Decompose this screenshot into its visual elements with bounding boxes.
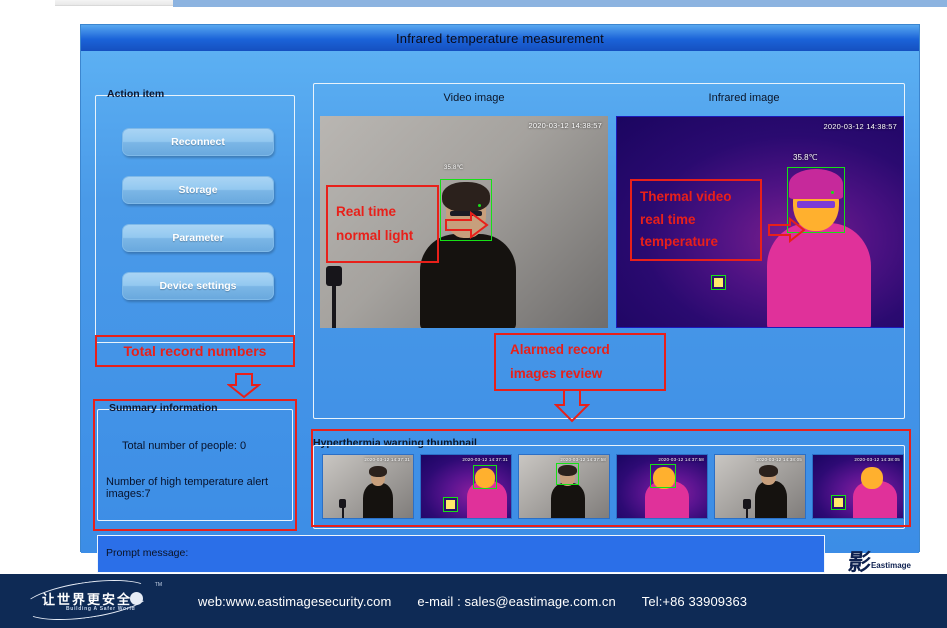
annotation-arrow-right-video <box>445 211 489 239</box>
annotation-real-time-line2: normal light <box>336 228 414 243</box>
storage-button[interactable]: Storage <box>122 176 274 204</box>
total-number-of-people-text: Total number of people: 0 <box>122 440 247 452</box>
summary-information-group-title: Summary information <box>105 402 222 417</box>
tripod-leg <box>332 286 336 328</box>
tripod-camera <box>326 266 342 286</box>
infrared-timestamp: 2020-03-12 14:38:57 <box>823 122 897 131</box>
window-body: Action item Reconnect Storage Parameter … <box>81 51 919 575</box>
footer-email: e-mail : sales@eastimage.com.cn <box>417 593 616 609</box>
annotation-thermal-line3: temperature <box>640 234 719 250</box>
infrared-image-caption: Infrared image <box>708 92 780 104</box>
summary-information-group: Summary information Total number of peop… <box>97 402 293 521</box>
annotation-thumbnails-highlight <box>311 429 911 527</box>
high-temp-alert-images-text: Number of high temperature alert images:… <box>106 476 269 500</box>
footer-telephone: Tel:+86 33909363 <box>641 593 748 609</box>
window-title: Infrared temperature measurement <box>396 30 604 46</box>
prompt-message-label: Prompt message: <box>106 547 189 559</box>
prompt-message-box[interactable]: Prompt message: <box>97 535 825 573</box>
footer-bar: 让世界更安全 Building A Safer World TM web:www… <box>0 573 947 628</box>
eastimage-logo-word: Eastimage <box>870 561 911 570</box>
annotation-thermal-line1: Thermal video <box>640 188 732 204</box>
annotation-real-time-line1: Real time <box>336 204 397 220</box>
device-settings-button[interactable]: Device settings <box>122 272 274 300</box>
company-logo: 让世界更安全 Building A Safer World TM <box>14 573 174 627</box>
footer-website: web:www.eastimagesecurity.com <box>198 593 392 609</box>
video-timestamp: 2020-03-12 14:38:57 <box>528 121 602 130</box>
eastimage-inner-logo: 影 Eastimage <box>829 529 911 576</box>
parameter-button[interactable]: Parameter <box>122 224 274 252</box>
trademark-symbol: TM <box>154 582 162 588</box>
thermal-face-detection-point <box>831 191 834 194</box>
annotation-total-record-numbers: Total record numbers <box>95 335 295 367</box>
video-image-caption: Video image <box>443 92 505 104</box>
hotspot-marker <box>711 275 726 290</box>
window-titlebar: Infrared temperature measurement <box>81 25 919 51</box>
annotation-alarmed-record-review: Alarmed record images review <box>494 333 666 391</box>
annotation-thermal-video: Thermal video real time temperature <box>630 179 762 261</box>
eastimage-logo-mark: 影 <box>846 549 871 576</box>
company-logo-tagline: Building A Safer World <box>66 606 136 612</box>
footer-contact-info: web:www.eastimagesecurity.com e-mail : s… <box>198 594 747 609</box>
face-detection-point <box>478 204 481 207</box>
action-item-group-title: Action item <box>103 88 169 103</box>
screenshot-root: Infrared temperature measurement Action … <box>0 0 947 628</box>
application-window: Infrared temperature measurement Action … <box>80 24 920 575</box>
video-face-temp-label: 35.8℃ <box>444 165 464 171</box>
annotation-arrow-down-alarmed <box>554 389 590 423</box>
annotation-alarmed-line2: images review <box>510 366 603 381</box>
reconnect-button[interactable]: Reconnect <box>122 128 274 156</box>
annotation-alarmed-line1: Alarmed record <box>510 342 610 358</box>
action-item-group: Action item Reconnect Storage Parameter … <box>95 88 295 343</box>
annotation-thermal-line2: real time <box>640 211 696 227</box>
annotation-real-time-normal-light: Real time normal light <box>326 185 439 263</box>
annotation-arrow-down-total <box>227 373 261 399</box>
measured-temperature-label: 35.8℃ <box>793 153 818 162</box>
slide-chrome-right <box>173 0 947 7</box>
annotation-arrow-right-infrared <box>768 217 806 243</box>
annotation-total-record-numbers-label: Total record numbers <box>123 343 267 359</box>
